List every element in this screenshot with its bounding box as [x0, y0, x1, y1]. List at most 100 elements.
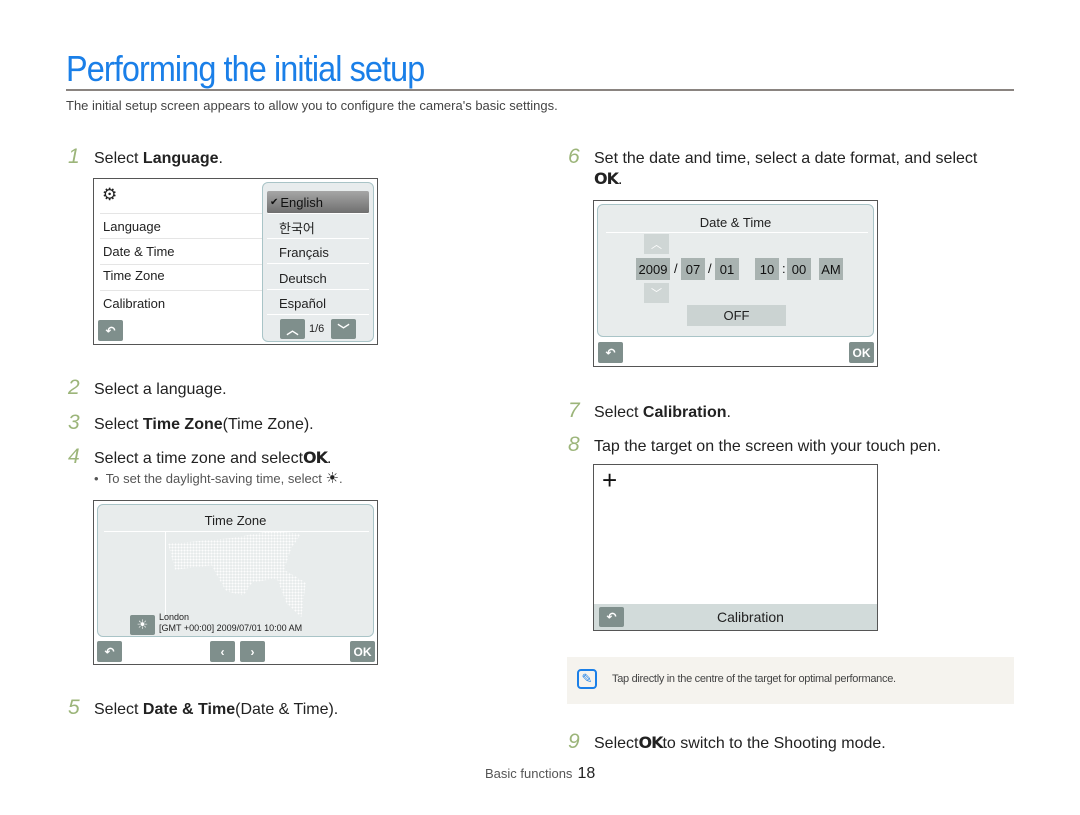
- chevron-right-icon: ›: [250, 644, 255, 659]
- step-text-end: to switch to the Shooting mode.: [662, 735, 886, 752]
- step-text: Tap the target on the screen with your t…: [594, 438, 941, 455]
- menu-item-date-time[interactable]: Date & Time: [100, 239, 266, 265]
- language-option-spanish[interactable]: Español: [267, 292, 369, 315]
- step-bold: Time Zone: [142, 416, 223, 433]
- map-divider: [165, 531, 166, 617]
- back-button[interactable]: ↶: [98, 320, 123, 341]
- step-6: 6 Set the date and time, select a date f…: [568, 145, 977, 169]
- date-separator: /: [708, 261, 712, 276]
- step-text: Select: [94, 701, 139, 718]
- menu-item-time-zone[interactable]: Time Zone: [100, 265, 266, 291]
- step-bold: Date & Time: [142, 701, 236, 718]
- title-divider: [66, 89, 1014, 91]
- daylight-saving-button[interactable]: ☀: [130, 615, 155, 635]
- day-field[interactable]: 01: [715, 258, 739, 280]
- language-option-french[interactable]: Français: [267, 241, 369, 264]
- calibration-label: Calibration: [717, 609, 784, 625]
- step-number: 1: [68, 145, 80, 168]
- language-list: ✔ English 한국어 Français Deutsch Español ︿ …: [262, 182, 374, 342]
- step-bold: Calibration: [642, 404, 727, 421]
- next-zone-button[interactable]: ›: [240, 641, 265, 662]
- hour-field[interactable]: 10: [755, 258, 779, 280]
- step-number: 6: [568, 145, 580, 168]
- language-screen: ⚙ Language Date & Time Time Zone Calibra…: [93, 178, 378, 345]
- footer-section: Basic functions: [485, 766, 573, 781]
- menu-item-language[interactable]: Language: [100, 213, 266, 239]
- step-number: 3: [68, 411, 80, 434]
- step-text: Select: [94, 150, 139, 167]
- date-separator: /: [674, 261, 678, 276]
- step-text: Select: [594, 735, 639, 752]
- language-option-german[interactable]: Deutsch: [267, 267, 369, 290]
- step-bold: Language: [142, 150, 219, 167]
- step-text: Select a language.: [94, 381, 227, 398]
- increment-button[interactable]: ︿: [644, 234, 669, 254]
- back-button[interactable]: ↶: [97, 641, 122, 662]
- title-divider: [104, 531, 369, 532]
- calibration-target[interactable]: +: [602, 465, 617, 496]
- subnote-text: To set the daylight-saving time, select: [105, 471, 322, 486]
- bullet: •: [94, 471, 99, 486]
- language-option-korean[interactable]: 한국어: [267, 216, 369, 239]
- note-text: Tap directly in the centre of the target…: [612, 673, 896, 685]
- chevron-up-icon: ︿: [286, 322, 299, 337]
- ok-button[interactable]: OK: [849, 342, 874, 363]
- ok-button[interactable]: OK: [350, 641, 375, 662]
- step-4-subnote: • To set the daylight-saving time, selec…: [94, 469, 343, 487]
- step-number: 8: [568, 433, 580, 456]
- page-number: 18: [577, 765, 596, 782]
- date-time-title: Date & Time: [699, 215, 772, 230]
- date-format-button[interactable]: OFF: [687, 305, 786, 326]
- menu-item-calibration[interactable]: Calibration: [100, 291, 266, 317]
- ok-glyph: OK: [638, 733, 663, 752]
- chevron-left-icon: ‹: [220, 644, 225, 659]
- timezone-screen: Time Zone ☀ London [GMT +00:00] 2009/07/…: [93, 500, 378, 665]
- step-5: 5 Select Date & Time (Date & Time).: [68, 696, 338, 720]
- step-number: 7: [568, 399, 580, 422]
- step-text-end: .: [618, 171, 623, 188]
- prev-zone-button[interactable]: ‹: [210, 641, 235, 662]
- month-field[interactable]: 07: [681, 258, 705, 280]
- step-number: 9: [568, 730, 580, 753]
- step-text-end: (Time Zone).: [222, 416, 314, 433]
- step-text-end: .: [327, 450, 332, 467]
- step-text-end: .: [218, 150, 223, 167]
- step-text-end: (Date & Time).: [235, 701, 339, 718]
- back-button[interactable]: ↶: [598, 342, 623, 363]
- ampm-field[interactable]: AM: [819, 258, 843, 280]
- step-8: 8 Tap the target on the screen with your…: [568, 433, 941, 457]
- note-icon: ✎: [577, 669, 597, 689]
- step-number: 5: [68, 696, 80, 719]
- decrement-button[interactable]: ﹀: [644, 283, 669, 303]
- gear-icon: ⚙: [102, 185, 118, 204]
- step-4: 4 Select a time zone and select OK.: [68, 445, 331, 469]
- year-field[interactable]: 2009: [636, 258, 670, 280]
- step-text: Select a time zone and select: [94, 450, 304, 467]
- page-up-button[interactable]: ︿: [280, 319, 305, 339]
- back-icon: ↶: [104, 644, 115, 659]
- step-text-end: .: [726, 404, 731, 421]
- calibration-bar: ↶ Calibration: [594, 604, 877, 630]
- step-3: 3 Select Time Zone (Time Zone).: [68, 411, 314, 435]
- step-9: 9 Select OK to switch to the Shooting mo…: [568, 730, 886, 754]
- world-map[interactable]: [168, 531, 306, 617]
- check-icon: ✔: [270, 196, 279, 208]
- language-option-english[interactable]: ✔ English: [267, 191, 369, 214]
- sun-icon: ☀: [325, 470, 339, 487]
- timezone-title: Time Zone: [204, 513, 267, 528]
- tip-note: ✎ Tap directly in the centre of the targ…: [567, 657, 1014, 704]
- page-title: Performing the initial setup: [66, 48, 425, 89]
- sun-icon: ☀: [136, 617, 149, 632]
- minute-field[interactable]: 00: [787, 258, 811, 280]
- step-2: 2 Select a language.: [68, 376, 227, 400]
- chevron-down-icon: ﹀: [651, 288, 662, 300]
- chevron-up-icon: ︿: [651, 239, 662, 251]
- page-down-button[interactable]: ﹀: [331, 319, 356, 339]
- selected-city: London: [159, 612, 190, 622]
- title-divider: [606, 232, 868, 233]
- step-6-continued: OK.: [594, 169, 622, 189]
- step-text: Set the date and time, select a date for…: [594, 150, 978, 167]
- intro-text: The initial setup screen appears to allo…: [66, 98, 558, 113]
- step-1: 1 Select Language.: [68, 145, 223, 169]
- page-indicator: 1/6: [309, 323, 325, 335]
